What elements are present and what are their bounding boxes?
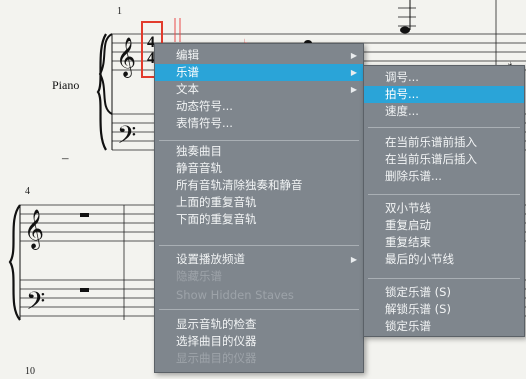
menu-item-text[interactable]: 文本 ▶ (155, 81, 363, 98)
treble-clef-1: 𝄞 (116, 37, 136, 78)
submenu-item-lock-measure[interactable]: 锁定乐谱 (364, 318, 524, 335)
menu-item-select-track-instrument[interactable]: 选择曲目的仪器 (155, 333, 363, 350)
score-dash: – (62, 150, 69, 165)
menu-item-repeat-track-below[interactable]: 下面的重复音轨 (155, 211, 363, 228)
menu-item-clear-solo-mute[interactable]: 所有音轨清除独奏和静音 (155, 177, 363, 194)
menu-item-show-track-instrument: 显示曲目的仪器 (176, 351, 257, 365)
menu-item-solo-track[interactable]: 独奏曲目 (155, 143, 363, 160)
menu-item-edit[interactable]: 编辑 ▶ (155, 47, 363, 64)
submenu-item-final-barline[interactable]: 最后的小节线 (364, 251, 524, 268)
submenu-item-key-signature[interactable]: 调号... (364, 69, 524, 86)
submenu-item-unlock-measure-s[interactable]: 解锁乐谱 (S) (364, 301, 524, 318)
menu-separator (159, 309, 359, 310)
menu-item-repeat-track-above[interactable]: 上面的重复音轨 (155, 194, 363, 211)
bass-clef-2: 𝄢 (26, 287, 45, 322)
measure-number-4: 4 (25, 186, 30, 197)
submenu-item-delete-measure[interactable]: 删除乐谱... (364, 168, 524, 185)
menu-separator (368, 278, 520, 279)
submenu-item-tempo[interactable]: 速度... (364, 103, 524, 120)
submenu-arrow-icon: ▶ (350, 85, 357, 94)
menu-separator (159, 245, 359, 246)
menu-item-show-track-inspector[interactable]: 显示音轨的检查 (155, 316, 363, 333)
submenu-arrow-icon: ▶ (350, 51, 357, 60)
submenu-item-repeat-start[interactable]: 重复启动 (364, 217, 524, 234)
menu-separator (159, 140, 359, 141)
measure-number-10: 10 (25, 366, 35, 377)
submenu-item-lock-measure-s[interactable]: 锁定乐谱 (S) (364, 284, 524, 301)
menu-item-set-playback-channel[interactable]: 设置播放频道 ▶ (155, 251, 363, 268)
bass-clef-1: 𝄢 (117, 121, 136, 156)
submenu-arrow-icon: ▶ (350, 255, 357, 264)
submenu-arrow-icon: ▶ (350, 68, 357, 77)
menu-item-score[interactable]: 乐谱 ▶ (155, 64, 363, 81)
menu-item-show-hidden-staves: Show Hidden Staves (176, 288, 294, 302)
menu-item-mute-track[interactable]: 静音音轨 (155, 160, 363, 177)
menu-separator (368, 127, 520, 128)
submenu-item-time-signature[interactable]: 拍号... (364, 86, 524, 103)
submenu-item-insert-after[interactable]: 在当前乐谱后插入 (364, 151, 524, 168)
context-menu: 编辑 ▶ 乐谱 ▶ 文本 ▶ 动态符号... 表情符号... 独奏曲目 静音音轨 所有… (154, 43, 364, 373)
menu-item-hide-staff: 隐藏乐谱 (176, 269, 222, 283)
instrument-label: Piano (52, 78, 80, 92)
menu-separator (368, 194, 520, 195)
menu-item-dynamics[interactable]: 动态符号... (155, 98, 363, 115)
menu-item-expressions[interactable]: 表情符号... (155, 115, 363, 132)
submenu-item-repeat-end[interactable]: 重复结束 (364, 234, 524, 251)
submenu-item-double-barline[interactable]: 双小节线 (364, 200, 524, 217)
score-submenu: 调号... 拍号... 速度... 在当前乐谱前插入 在当前乐谱后插入 删除乐谱… (363, 65, 525, 337)
treble-clef-2: 𝄞 (24, 209, 44, 250)
measure-number-1: 1 (117, 6, 122, 17)
submenu-item-insert-before[interactable]: 在当前乐谱前插入 (364, 134, 524, 151)
